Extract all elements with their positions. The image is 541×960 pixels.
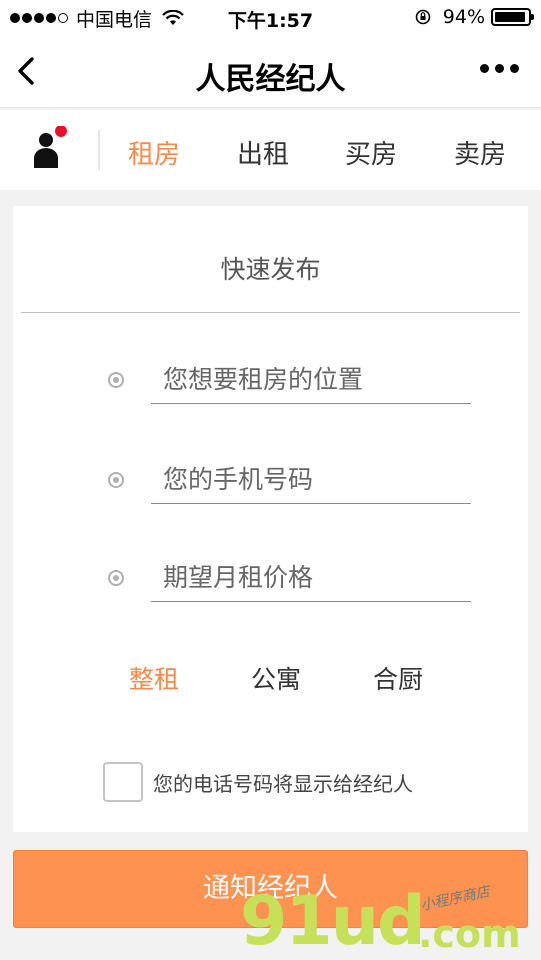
location-input[interactable]: [151, 356, 471, 404]
option-shared-kitchen[interactable]: 合厨: [373, 660, 423, 696]
battery-fill: [495, 12, 526, 22]
page-title: 人民经纪人: [195, 62, 346, 97]
tab-sell[interactable]: 卖房: [454, 134, 506, 171]
watermark-logo: 91ud: [240, 882, 426, 960]
rent-price-input[interactable]: [151, 554, 471, 602]
battery-icon: [491, 8, 534, 26]
tab-bar: 租房 出租 买房 卖房: [0, 110, 541, 190]
option-apartment[interactable]: 公寓: [251, 660, 301, 696]
quick-publish-form: 快速发布 整租 公寓 合厨 您的电话号码将显示给经纪人: [13, 206, 528, 832]
radio-dot-icon: [108, 570, 124, 586]
tab-divider: [98, 130, 100, 170]
more-dots-icon[interactable]: [474, 64, 519, 73]
tab-lease-out[interactable]: 出租: [237, 134, 289, 171]
watermark-suffix: .com: [418, 912, 521, 956]
user-avatar-icon[interactable]: [26, 126, 72, 172]
form-title: 快速发布: [220, 255, 321, 284]
phone-input[interactable]: [151, 456, 471, 504]
checkbox-label: 您的电话号码将显示给经纪人: [153, 772, 413, 796]
show-phone-checkbox[interactable]: [103, 762, 143, 802]
radio-dot-icon: [108, 472, 124, 488]
battery-percent: 94%: [442, 6, 485, 28]
page: 中国电信 下午1:57 94% 人民经纪人 租房 出租 买房 卖房 快速发布 您…: [0, 0, 541, 960]
notification-dot: [55, 126, 67, 137]
status-bar: 中国电信 下午1:57 94%: [0, 0, 541, 36]
rotation-lock-icon: [415, 9, 431, 25]
tab-rent[interactable]: 租房: [128, 134, 180, 171]
radio-dot-icon: [108, 372, 124, 388]
tab-buy[interactable]: 买房: [345, 134, 397, 171]
divider: [21, 312, 520, 313]
navigation-bar: 人民经纪人: [0, 36, 541, 108]
option-whole-rent[interactable]: 整租: [129, 660, 179, 696]
